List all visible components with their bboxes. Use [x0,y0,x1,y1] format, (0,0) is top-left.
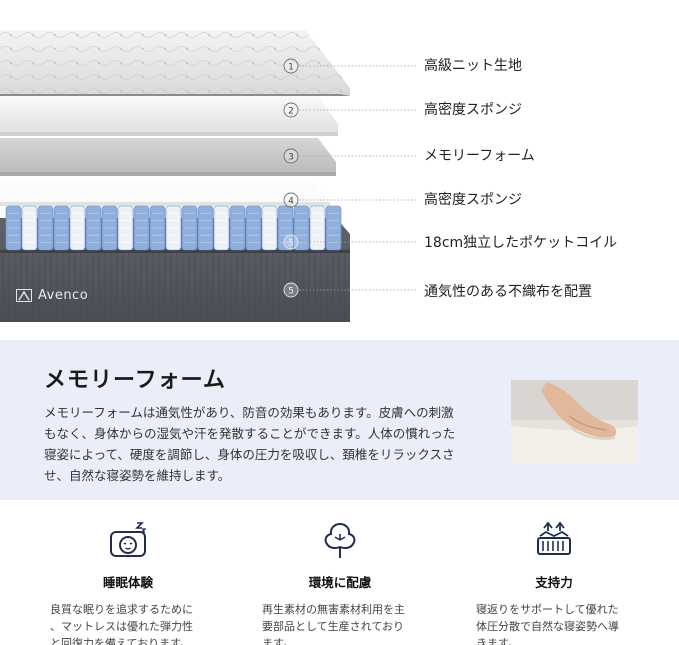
feature-support: 支持力 寝返りをサポートして優れた 体圧分散で自然な寝姿勢へ導 きます。 [454,500,654,645]
layer-badge-number: 2 [288,107,294,117]
layer-label-1: 高級ニット生地 [424,58,522,74]
layer-badge-number: 5 [288,287,294,297]
memory-foam-title: メモリーフォーム [44,368,227,393]
memory-foam-section: メモリーフォーム メモリーフォームは通気性があり、防音の効果もあります。皮膚への… [0,340,679,500]
layer-badge-number: 5 [288,239,294,249]
brand-triangle-icon [16,289,32,302]
feature-description: 良質な眠りを追求するために 、マットレスは優れた弾力性 と回復力を備えております… [50,603,193,645]
feature-description: 再生素材の無害素材利用を主 要部品として生産されており ます。 [262,603,405,645]
brand-logo: Avenco [16,288,88,303]
support-mattress-icon [537,521,571,555]
mattress-layer-diagram: 123455 高級ニット生地 高密度スポンジ メモリーフォーム 高密度スポンジ … [0,0,679,340]
high-density-sponge-layer-2 [0,180,330,206]
layer-label-5: 18cm独立したポケットコイル [424,235,618,251]
layer-label-2: 高密度スポンジ [424,102,522,118]
feature-title: 環境に配慮 [308,575,372,590]
sleeping-face-icon [110,522,147,557]
layer-badge-number: 4 [288,197,294,207]
memory-foam-description: メモリーフォームは通気性があり、防音の効果もあります。皮膚への刺激もなく、身体か… [44,405,456,483]
layer-badge-number: 1 [288,63,294,73]
feature-sleep: 睡眠体験 良質な眠りを追求するために 、マットレスは優れた弾力性 と回復力を備え… [28,500,228,645]
layer-badge-number: 3 [288,153,294,163]
layer-label-3: メモリーフォーム [424,148,535,164]
feature-eco: 環境に配慮 再生素材の無害素材利用を主 要部品として生産されており ます。 [240,500,440,645]
brand-name: Avenco [38,288,89,303]
foam-hand-press-photo [511,380,638,464]
cotton-plant-icon [324,522,356,558]
feature-list: 睡眠体験 良質な眠りを追求するために 、マットレスは優れた弾力性 と回復力を備え… [0,500,679,645]
feature-description: 寝返りをサポートして優れた 体圧分散で自然な寝姿勢へ導 きます。 [476,603,619,645]
feature-title: 支持力 [535,575,573,590]
feature-title: 睡眠体験 [102,575,153,590]
layer-label-6: 通気性のある不織布を配置 [424,284,592,300]
layer-label-4: 高密度スポンジ [424,192,522,208]
